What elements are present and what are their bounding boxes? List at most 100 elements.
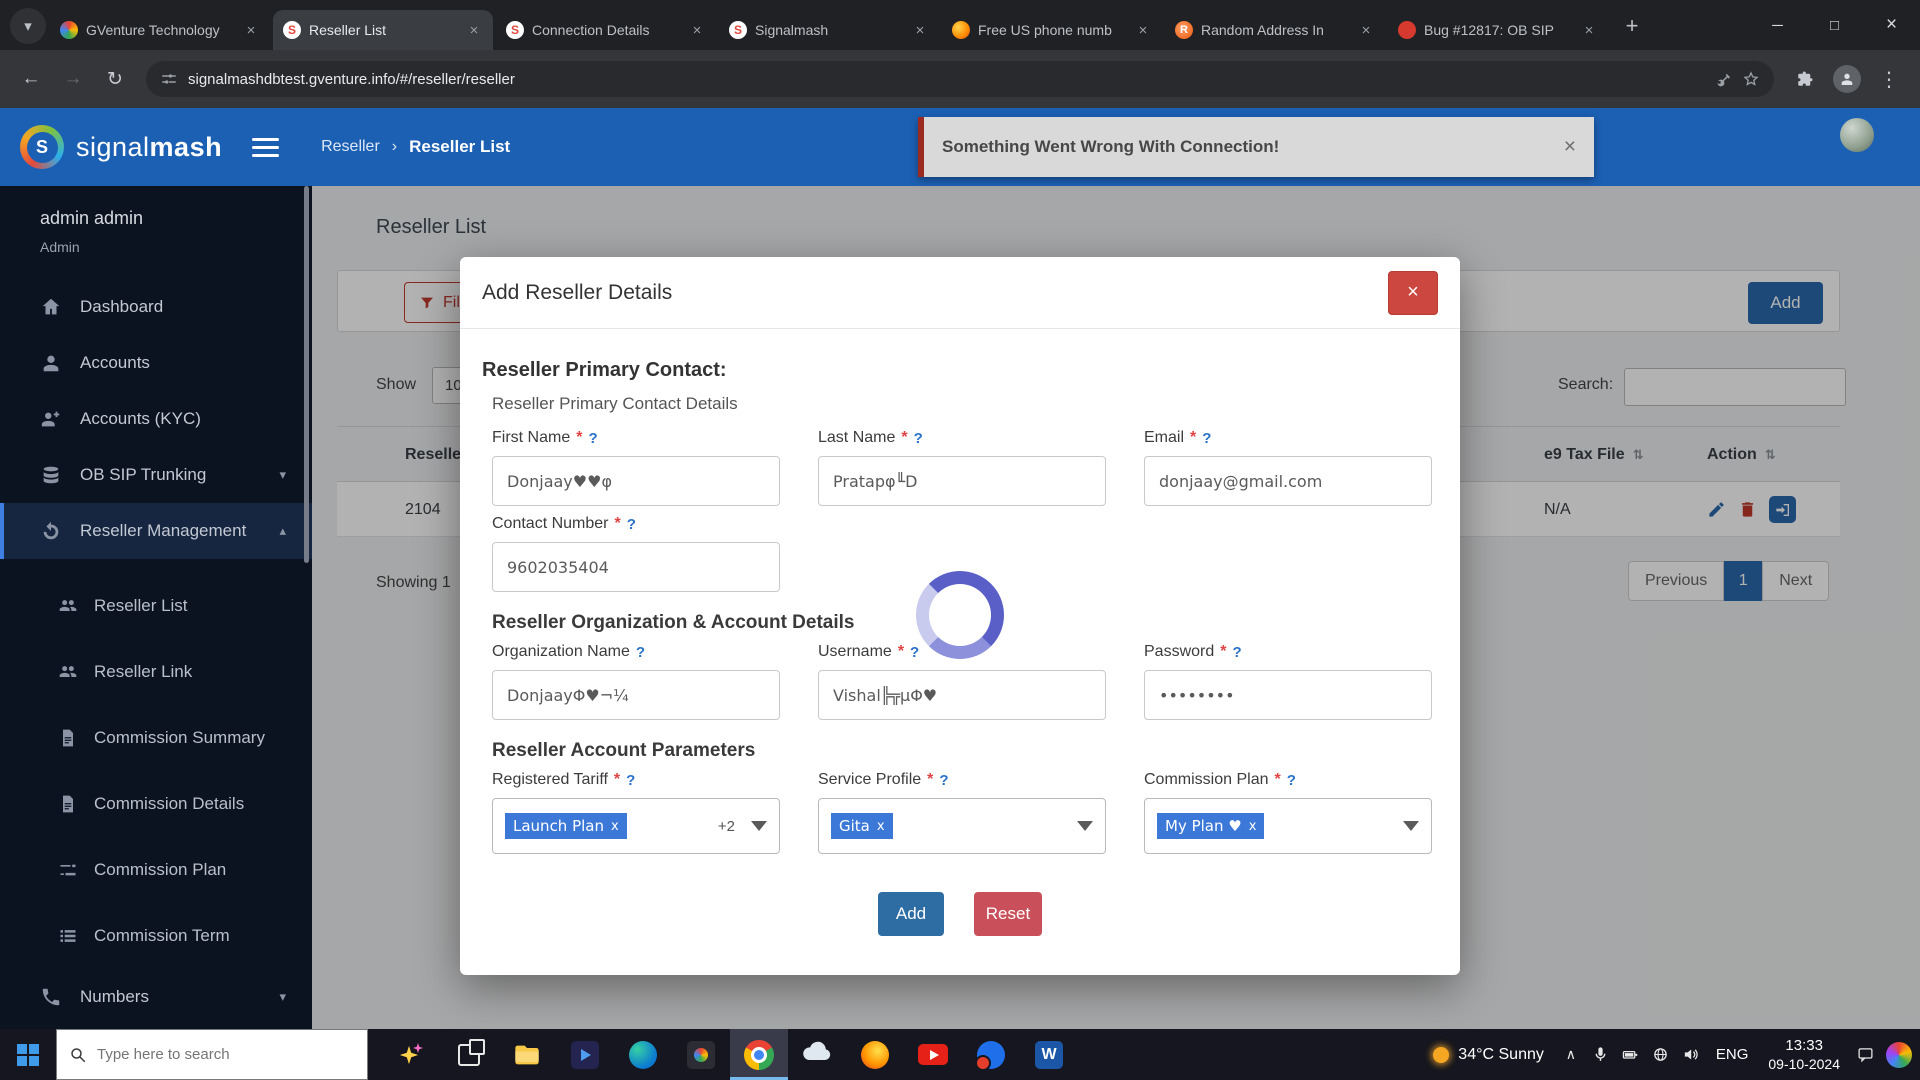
clock-widget[interactable]: 13:33 09-10-2024 xyxy=(1758,1036,1850,1074)
edge-button[interactable] xyxy=(614,1029,672,1080)
help-icon[interactable]: ? xyxy=(939,772,948,789)
help-icon[interactable]: ? xyxy=(914,430,923,447)
modal-reset-button[interactable]: Reset xyxy=(974,892,1042,936)
copilot-button[interactable] xyxy=(382,1029,440,1080)
help-icon[interactable]: ? xyxy=(636,644,645,661)
service-profile-select[interactable]: Gitax xyxy=(818,798,1106,854)
sidebar-item-numbers[interactable]: Numbers ▾ xyxy=(0,969,312,1025)
tab-connection-details[interactable]: Connection Details × xyxy=(496,10,716,50)
new-tab-button[interactable]: + xyxy=(1615,9,1649,43)
help-icon[interactable]: ? xyxy=(910,644,919,661)
volume-icon[interactable] xyxy=(1676,1046,1706,1063)
sidebar-item-ob-sip-trunking[interactable]: OB SIP Trunking ▾ xyxy=(0,447,312,503)
sidebar-item-commission-term[interactable]: Commission Term xyxy=(0,903,312,969)
language-indicator[interactable]: ENG xyxy=(1706,1046,1759,1063)
help-icon[interactable]: ? xyxy=(588,430,597,447)
sidebar-item-commission-plan[interactable]: Commission Plan xyxy=(0,837,312,903)
email-input[interactable] xyxy=(1144,456,1432,506)
tab-close-icon[interactable]: × xyxy=(1580,21,1598,39)
tab-close-icon[interactable]: × xyxy=(1134,21,1152,39)
tab-random-address[interactable]: Random Address In × xyxy=(1165,10,1385,50)
start-button[interactable] xyxy=(0,1029,56,1080)
tab-close-icon[interactable]: × xyxy=(911,21,929,39)
browser-profile-avatar[interactable] xyxy=(1830,62,1864,96)
bookmark-star-icon[interactable] xyxy=(1742,70,1760,88)
hidden-icons-chevron[interactable]: ∧ xyxy=(1556,1046,1586,1063)
task-view-button[interactable] xyxy=(440,1029,498,1080)
help-icon[interactable]: ? xyxy=(1287,772,1296,789)
sidebar-item-reseller-link[interactable]: Reseller Link xyxy=(0,639,312,705)
tab-signalmash[interactable]: Signalmash × xyxy=(719,10,939,50)
registered-tariff-select[interactable]: Launch Planx +2 xyxy=(492,798,780,854)
commission-plan-select[interactable]: My Plan ♥x xyxy=(1144,798,1432,854)
sidebar-item-reseller-list[interactable]: Reseller List xyxy=(0,573,312,639)
help-icon[interactable]: ? xyxy=(627,516,636,533)
browser-menu-icon[interactable]: ⋮ xyxy=(1872,62,1906,96)
chrome-button[interactable] xyxy=(730,1029,788,1080)
microphone-icon[interactable] xyxy=(1586,1046,1616,1063)
tray-app-icon[interactable] xyxy=(1886,1042,1912,1068)
modal-add-button[interactable]: Add xyxy=(878,892,944,936)
sidebar-scrollbar[interactable] xyxy=(304,186,309,563)
toast-close-icon[interactable]: × xyxy=(1564,135,1576,159)
user-avatar[interactable] xyxy=(1840,118,1874,152)
tab-close-icon[interactable]: × xyxy=(688,21,706,39)
password-key-icon[interactable] xyxy=(1714,70,1732,88)
sidebar-toggle-icon[interactable] xyxy=(252,138,279,157)
sidebar-item-accounts[interactable]: Accounts xyxy=(0,335,312,391)
word-button[interactable] xyxy=(1020,1029,1078,1080)
window-maximize-button[interactable]: □ xyxy=(1806,0,1863,50)
help-icon[interactable]: ? xyxy=(626,772,635,789)
chip-remove-icon[interactable]: x xyxy=(877,819,885,834)
back-button[interactable]: ← xyxy=(14,62,48,96)
url-text[interactable]: signalmashdbtest.gventure.info/#/reselle… xyxy=(188,71,1704,88)
sidebar-item-dashboard[interactable]: Dashboard xyxy=(0,279,312,335)
tab-gventure[interactable]: GVenture Technology × xyxy=(50,10,270,50)
reload-button[interactable]: ↻ xyxy=(98,62,132,96)
tab-reseller-list[interactable]: Reseller List × xyxy=(273,10,493,50)
tab-close-icon[interactable]: × xyxy=(1357,21,1375,39)
network-icon[interactable] xyxy=(1646,1046,1676,1063)
tab-free-us-phone[interactable]: Free US phone numb × xyxy=(942,10,1162,50)
file-explorer-button[interactable] xyxy=(498,1029,556,1080)
sidebar-item-accounts-kyc[interactable]: Accounts (KYC) xyxy=(0,391,312,447)
weather-widget[interactable]: 34°C Sunny xyxy=(1421,1046,1556,1064)
signalmash-logo[interactable]: S signalmash xyxy=(20,125,222,169)
address-bar[interactable]: signalmashdbtest.gventure.info/#/reselle… xyxy=(146,61,1774,97)
password-input[interactable] xyxy=(1144,670,1432,720)
capture-tool-button[interactable] xyxy=(672,1029,730,1080)
contact-number-input[interactable] xyxy=(492,542,780,592)
onedrive-button[interactable] xyxy=(788,1029,846,1080)
last-name-input[interactable] xyxy=(818,456,1106,506)
taskbar-search-box[interactable] xyxy=(56,1029,368,1080)
breadcrumb-parent[interactable]: Reseller xyxy=(321,138,380,156)
window-minimize-button[interactable]: ─ xyxy=(1749,0,1806,50)
window-close-button[interactable]: × xyxy=(1863,0,1920,50)
sidebar-item-commission-summary[interactable]: Commission Summary xyxy=(0,705,312,771)
battery-icon[interactable] xyxy=(1616,1046,1646,1063)
help-icon[interactable]: ? xyxy=(1232,644,1241,661)
selected-chip: Launch Planx xyxy=(505,813,627,839)
modal-close-button[interactable]: × xyxy=(1388,271,1438,315)
organization-name-input[interactable] xyxy=(492,670,780,720)
messaging-app-button[interactable] xyxy=(962,1029,1020,1080)
sidebar-item-commission-details[interactable]: Commission Details xyxy=(0,771,312,837)
media-player-button[interactable] xyxy=(556,1029,614,1080)
sidebar-item-reseller-management[interactable]: Reseller Management ▴ xyxy=(0,503,312,559)
username-input[interactable] xyxy=(818,670,1106,720)
firefox-button[interactable] xyxy=(846,1029,904,1080)
help-icon[interactable]: ? xyxy=(1202,430,1211,447)
chip-remove-icon[interactable]: x xyxy=(611,819,619,834)
first-name-input[interactable] xyxy=(492,456,780,506)
tab-search-button[interactable]: ▾ xyxy=(10,8,46,44)
tab-bug-12817[interactable]: Bug #12817: OB SIP × xyxy=(1388,10,1608,50)
forward-button[interactable]: → xyxy=(56,62,90,96)
notifications-icon[interactable] xyxy=(1850,1046,1880,1063)
youtube-button[interactable] xyxy=(904,1029,962,1080)
site-info-icon[interactable] xyxy=(160,70,178,88)
taskbar-search-input[interactable] xyxy=(97,1046,355,1063)
tab-close-icon[interactable]: × xyxy=(242,21,260,39)
chip-remove-icon[interactable]: x xyxy=(1249,819,1257,834)
extensions-icon[interactable] xyxy=(1788,62,1822,96)
tab-close-icon[interactable]: × xyxy=(465,21,483,39)
